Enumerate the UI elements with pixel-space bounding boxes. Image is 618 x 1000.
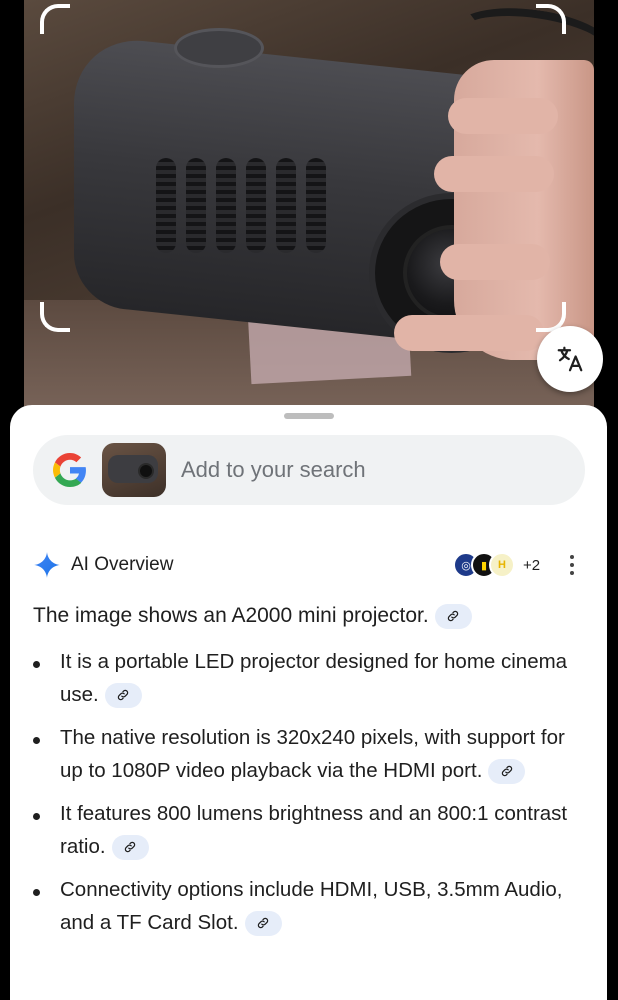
source-avatar[interactable]: H xyxy=(489,552,515,578)
translate-button[interactable] xyxy=(537,326,603,392)
source-link-button[interactable] xyxy=(104,682,142,708)
sheet-drag-handle[interactable] xyxy=(284,413,334,419)
source-avatars[interactable]: ◎ ▮ H +2 xyxy=(453,550,540,580)
projector-thumbnail[interactable] xyxy=(102,443,166,497)
link-icon xyxy=(118,689,129,701)
bullet-text: Connectivity options include HDMI, USB, … xyxy=(60,878,563,934)
lens-image-view[interactable] xyxy=(24,0,594,420)
results-sheet: Add to your search AI Overview ◎ ▮ H +2 … xyxy=(10,405,607,1000)
list-item: It features 800 lumens brightness and an… xyxy=(33,798,585,863)
search-bar[interactable]: Add to your search xyxy=(33,435,585,505)
search-input[interactable]: Add to your search xyxy=(181,457,366,483)
hand xyxy=(394,60,594,360)
intro-text: The image shows an A2000 mini projector. xyxy=(33,604,429,627)
list-item: Connectivity options include HDMI, USB, … xyxy=(33,874,585,939)
ai-overview-header: AI Overview ◎ ▮ H +2 xyxy=(33,550,585,580)
list-item: The native resolution is 320x240 pixels,… xyxy=(33,722,585,787)
google-g-icon xyxy=(53,453,86,487)
source-link-button[interactable] xyxy=(488,758,526,784)
overview-intro: The image shows an A2000 mini projector. xyxy=(33,600,585,632)
ai-overview-title: AI Overview xyxy=(71,554,174,575)
more-vert-icon[interactable] xyxy=(566,553,578,577)
crop-corner-top-left[interactable] xyxy=(40,4,70,34)
source-link-button[interactable] xyxy=(434,603,472,629)
sparkle-icon xyxy=(34,552,60,578)
translate-icon xyxy=(557,346,583,372)
source-link-button[interactable] xyxy=(244,910,282,936)
link-icon xyxy=(124,841,136,853)
link-icon xyxy=(257,917,269,929)
list-item: It is a portable LED projector designed … xyxy=(33,646,585,711)
source-link-button[interactable] xyxy=(111,834,149,860)
link-icon xyxy=(448,611,459,622)
more-sources-count[interactable]: +2 xyxy=(523,557,540,574)
ai-overview-content: The image shows an A2000 mini projector.… xyxy=(33,600,585,950)
overview-bullets: It is a portable LED projector designed … xyxy=(33,646,585,939)
link-icon xyxy=(501,765,513,777)
